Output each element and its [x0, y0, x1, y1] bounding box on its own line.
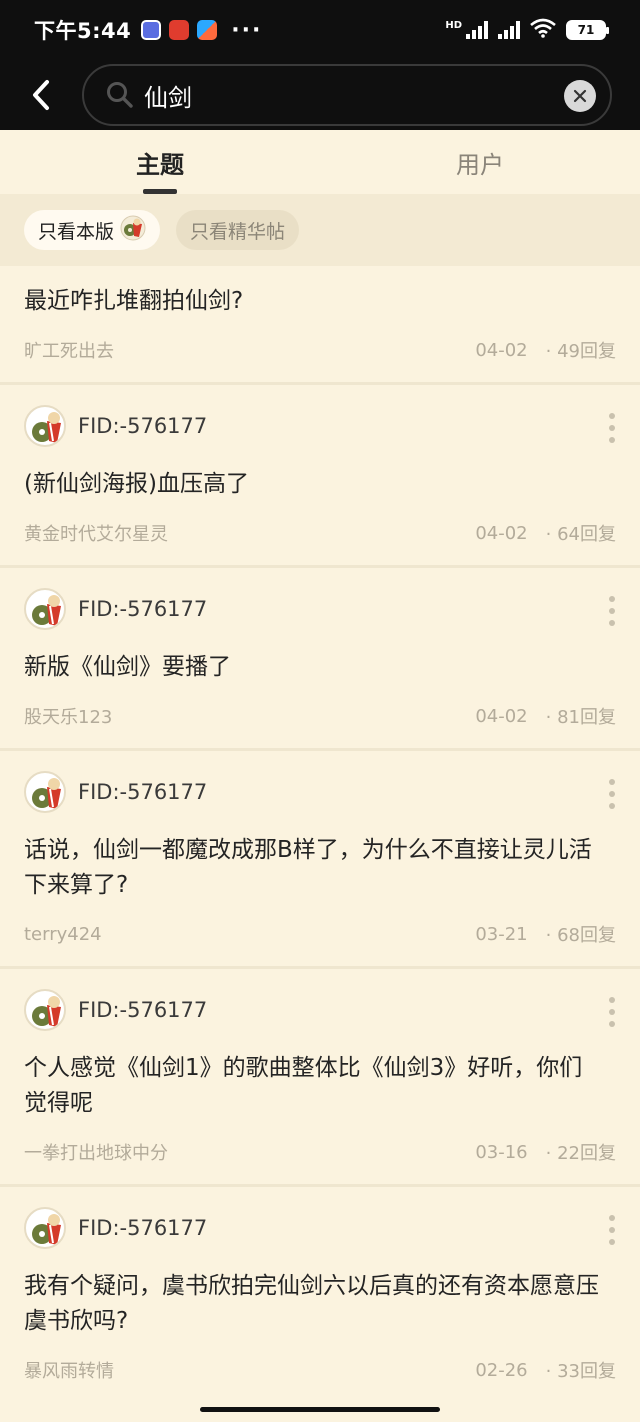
post-title: 最近咋扎堆翻拍仙剑?	[24, 288, 244, 314]
signal-2-icon	[498, 21, 520, 39]
avatar	[24, 989, 66, 1031]
post-meta: 旷工死出去 04-02 · 49回复	[24, 337, 616, 363]
post-replies: · 49回复	[545, 341, 616, 362]
tab-bar: 主题 用户	[0, 130, 640, 194]
post-user: FID:-576177	[24, 403, 616, 449]
status-time: 下午5:44	[34, 19, 132, 43]
avatar	[24, 405, 66, 447]
avatar	[24, 588, 66, 630]
post-date: 04-02	[475, 705, 528, 727]
post-date: 02-26	[475, 1359, 528, 1381]
search-input[interactable]: 仙剑	[82, 64, 612, 126]
clear-search-button[interactable]	[564, 80, 596, 112]
post-author: 旷工死出去	[24, 341, 114, 362]
only-this-board-chip[interactable]: 只看本版	[24, 210, 161, 250]
post-item[interactable]: FID:-576177 新版《仙剑》要播了 股天乐123 04-02 · 81回…	[0, 568, 640, 751]
post-item[interactable]: FID:-576177 (新仙剑海报)血压高了 黄金时代艾尔星灵 04-02 ·…	[0, 385, 640, 568]
post-author: 暴风雨转情	[24, 1361, 114, 1382]
video-app-icon	[197, 20, 218, 40]
avatar	[24, 1207, 66, 1249]
more-options-icon[interactable]	[606, 997, 618, 1027]
post-author: 黄金时代艾尔星灵	[24, 524, 168, 545]
more-options-icon[interactable]	[606, 596, 618, 626]
more-options-icon[interactable]	[606, 1215, 618, 1245]
board-avatar-icon	[120, 215, 146, 246]
post-item[interactable]: FID:-576177 个人感觉《仙剑1》的歌曲整体比《仙剑3》好听，你们觉得呢…	[0, 969, 640, 1187]
battery-icon: 71	[566, 20, 609, 40]
post-replies: · 22回复	[545, 1143, 616, 1164]
post-user-name: FID:-576177	[78, 414, 208, 438]
post-user-name: FID:-576177	[78, 1216, 208, 1240]
post-title: 我有个疑问，虞书欣拍完仙剑六以后真的还有资本愿意压虞书欣吗?	[24, 1273, 599, 1334]
post-title: 话说，仙剑一都魔改成那B样了，为什么不直接让灵儿活下来算了?	[24, 837, 592, 898]
post-item[interactable]: FID:-576177 我有个疑问，虞书欣拍完仙剑六以后真的还有资本愿意压虞书欣…	[0, 1187, 640, 1405]
tab-topics[interactable]: 主题	[0, 130, 320, 194]
post-author: 一拳打出地球中分	[24, 1143, 168, 1164]
post-item[interactable]: 最近咋扎堆翻拍仙剑? 旷工死出去 04-02 · 49回复	[0, 266, 640, 385]
post-meta: 暴风雨转情 02-26 · 33回复	[24, 1357, 616, 1383]
only-this-board-label: 只看本版	[38, 220, 115, 243]
post-author: 股天乐123	[24, 707, 113, 728]
status-bar: 下午5:44 ··· HD 71	[0, 0, 640, 60]
post-date: 04-02	[475, 522, 528, 544]
filter-bar: 只看本版 只看精华帖	[0, 194, 640, 266]
post-title: 个人感觉《仙剑1》的歌曲整体比《仙剑3》好听，你们觉得呢	[24, 1055, 583, 1116]
only-featured-chip[interactable]: 只看精华帖	[176, 210, 300, 250]
post-title: 新版《仙剑》要播了	[24, 654, 231, 680]
listen-app-icon	[169, 20, 190, 40]
tab-users[interactable]: 用户	[320, 130, 640, 194]
post-title: (新仙剑海报)血压高了	[24, 471, 249, 497]
post-list: 最近咋扎堆翻拍仙剑? 旷工死出去 04-02 · 49回复 FID:-57617…	[0, 266, 640, 1405]
more-notifications-icon: ···	[231, 17, 263, 43]
search-icon	[107, 82, 133, 108]
post-date: 04-02	[475, 339, 528, 361]
home-indicator[interactable]	[200, 1407, 440, 1412]
signal-icon	[466, 21, 488, 39]
app-notification-icon	[141, 20, 162, 40]
post-user-name: FID:-576177	[78, 780, 208, 804]
status-right: HD 71	[445, 18, 609, 42]
post-meta: 一拳打出地球中分 03-16 · 22回复	[24, 1139, 616, 1165]
more-options-icon[interactable]	[606, 413, 618, 443]
post-author: terry424	[24, 923, 102, 945]
more-options-icon[interactable]	[606, 779, 618, 809]
hd-label: HD	[445, 20, 462, 31]
post-user: FID:-576177	[24, 987, 616, 1033]
post-replies: · 33回复	[545, 1361, 616, 1382]
wifi-icon	[530, 18, 556, 42]
post-user-name: FID:-576177	[78, 998, 208, 1022]
post-user-name: FID:-576177	[78, 597, 208, 621]
post-meta: terry424 03-21 · 68回复	[24, 921, 616, 947]
post-user: FID:-576177	[24, 769, 616, 815]
post-replies: · 68回复	[545, 925, 616, 946]
post-user: FID:-576177	[24, 586, 616, 632]
post-item[interactable]: FID:-576177 话说，仙剑一都魔改成那B样了，为什么不直接让灵儿活下来算…	[0, 751, 640, 969]
post-meta: 股天乐123 04-02 · 81回复	[24, 703, 616, 729]
status-app-icons	[141, 20, 218, 40]
post-date: 03-21	[475, 923, 528, 945]
post-user: FID:-576177	[24, 1205, 616, 1251]
close-icon	[573, 89, 587, 103]
post-replies: · 81回复	[545, 707, 616, 728]
search-header: 仙剑	[0, 60, 640, 130]
search-query: 仙剑	[144, 83, 192, 112]
post-replies: · 64回复	[545, 524, 616, 545]
chevron-left-icon	[33, 80, 49, 110]
post-date: 03-16	[475, 1141, 528, 1163]
back-button[interactable]	[0, 60, 82, 130]
post-meta: 黄金时代艾尔星灵 04-02 · 64回复	[24, 520, 616, 546]
avatar	[24, 771, 66, 813]
